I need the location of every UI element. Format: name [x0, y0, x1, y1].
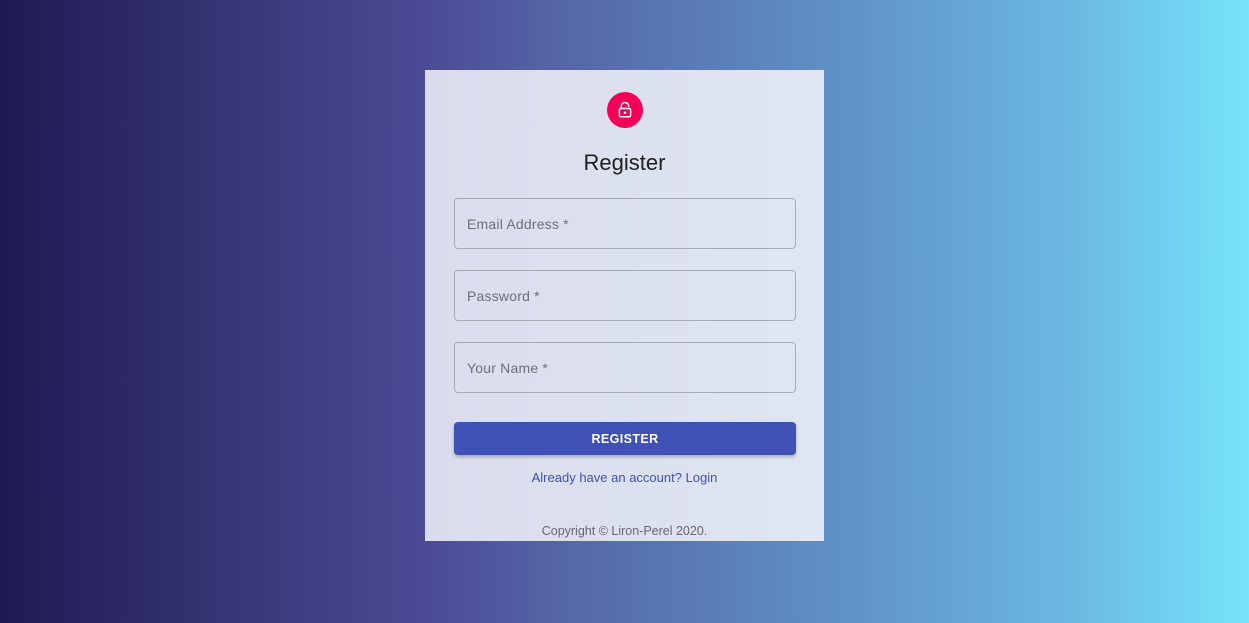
email-field[interactable]: [454, 198, 796, 249]
name-field[interactable]: [454, 342, 796, 393]
password-field[interactable]: [454, 270, 796, 321]
avatar: [607, 92, 643, 128]
email-input[interactable]: [455, 199, 795, 248]
register-card: Register REGISTER Already have an accoun…: [425, 70, 824, 541]
login-link[interactable]: Already have an account? Login: [425, 470, 824, 485]
register-button[interactable]: REGISTER: [454, 422, 796, 455]
lock-icon: [616, 101, 634, 119]
copyright-text: Copyright © Liron-Perel 2020.: [541, 524, 708, 538]
page-title: Register: [583, 150, 666, 175]
name-input[interactable]: [455, 343, 795, 392]
password-input[interactable]: [455, 271, 795, 320]
